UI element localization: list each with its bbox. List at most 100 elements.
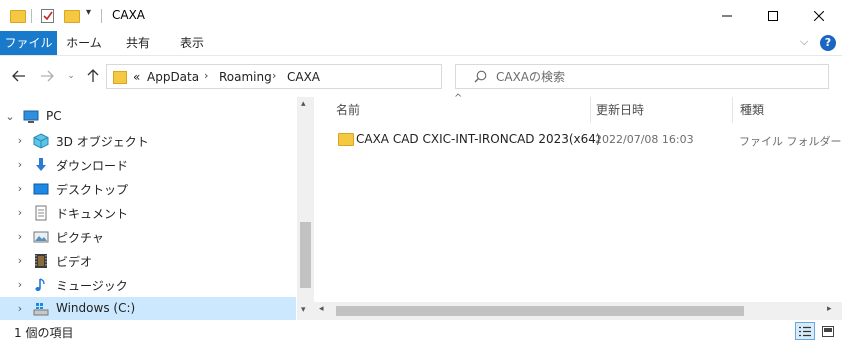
- pictures-icon: [33, 231, 49, 243]
- scroll-left-icon[interactable]: ◂: [319, 304, 324, 314]
- scroll-down-icon[interactable]: ▾: [301, 305, 306, 315]
- folder-icon: [338, 133, 354, 146]
- nav-item-label: ビデオ: [56, 255, 93, 269]
- folder-icon: [10, 10, 26, 23]
- status-bar: 1 個の項目: [0, 320, 842, 343]
- search-input[interactable]: [496, 68, 816, 85]
- nav-item-downloads[interactable]: › ダウンロード: [0, 153, 296, 177]
- file-modified: 2022/07/08 16:03: [595, 133, 694, 146]
- navigation-pane: ⌄ PC › 3D オブジェクト › ダウンロード › デスクトップ › ドキュ…: [0, 97, 313, 321]
- new-folder-icon[interactable]: [64, 10, 80, 23]
- minimize-button[interactable]: [704, 0, 750, 31]
- nav-item-label: ピクチャ: [56, 231, 104, 245]
- horizontal-scrollbar-thumb[interactable]: [336, 306, 744, 316]
- breadcrumb-appdata[interactable]: AppData: [147, 70, 199, 84]
- nav-item-videos[interactable]: › ビデオ: [0, 249, 296, 273]
- toolbar-separator: [31, 9, 32, 23]
- ribbon-tabs: ファイル ホーム 共有 表示 ⌵ ?: [0, 31, 842, 55]
- nav-item-documents[interactable]: › ドキュメント: [0, 201, 296, 225]
- maximize-button[interactable]: [750, 0, 796, 31]
- column-header-modified[interactable]: 更新日時: [596, 101, 644, 118]
- column-header-type[interactable]: 種類: [740, 101, 764, 118]
- file-row[interactable]: CAXA CAD CXIC-INT-IRONCAD 2023(x64) 2022…: [330, 128, 842, 150]
- documents-icon: [35, 205, 47, 221]
- nav-item-label: Windows (C:): [56, 301, 136, 315]
- back-button[interactable]: [10, 67, 28, 85]
- minimize-icon: [722, 15, 732, 16]
- videos-icon: [35, 254, 47, 268]
- help-icon[interactable]: ?: [820, 35, 836, 51]
- pc-icon: [23, 110, 39, 123]
- expand-chevron-icon[interactable]: ›: [14, 206, 26, 219]
- back-arrow-icon: [12, 70, 25, 82]
- breadcrumb-overflow[interactable]: «: [133, 70, 140, 84]
- music-icon: [35, 278, 45, 291]
- expand-ribbon-chevron-icon[interactable]: ⌵: [800, 35, 808, 49]
- file-name: CAXA CAD CXIC-INT-IRONCAD 2023(x64): [356, 132, 601, 146]
- nav-item-label: ミュージック: [56, 279, 128, 293]
- breadcrumb-separator-icon[interactable]: ›: [204, 69, 208, 82]
- file-type: ファイル フォルダー: [739, 135, 842, 148]
- properties-icon[interactable]: [41, 9, 54, 23]
- nav-item-3d-objects[interactable]: › 3D オブジェクト: [0, 129, 296, 153]
- details-view-icon: [799, 326, 811, 336]
- expand-chevron-icon[interactable]: ›: [14, 134, 26, 147]
- 3d-objects-icon: [33, 133, 49, 149]
- download-icon: [36, 158, 46, 171]
- nav-item-label: デスクトップ: [56, 183, 129, 197]
- customize-toolbar-chevron-icon[interactable]: ▾: [86, 7, 91, 18]
- nav-item-label: 3D オブジェクト: [56, 135, 149, 149]
- folder-icon: [113, 71, 127, 84]
- expand-chevron-icon[interactable]: ›: [14, 230, 26, 243]
- tab-share[interactable]: 共有: [116, 31, 160, 55]
- item-count: 1 個の項目: [14, 326, 74, 340]
- up-arrow-icon: [87, 69, 99, 82]
- recent-locations-chevron-icon[interactable]: ⌄: [62, 67, 80, 85]
- address-row: ⌄ « AppData › Roaming › CAXA ⌄ ↻: [0, 55, 842, 98]
- expand-chevron-icon[interactable]: ›: [14, 158, 26, 171]
- expand-chevron-icon[interactable]: ›: [14, 254, 26, 267]
- scroll-right-icon[interactable]: ▸: [827, 304, 832, 314]
- breadcrumb-caxa[interactable]: CAXA: [287, 70, 320, 84]
- breadcrumb-separator-icon[interactable]: ›: [272, 69, 276, 82]
- nav-item-windows-c[interactable]: › Windows (C:): [0, 297, 296, 321]
- window-title: CAXA: [112, 8, 146, 22]
- nav-item-pc[interactable]: ⌄ PC: [0, 105, 296, 129]
- scroll-up-icon[interactable]: ▴: [301, 99, 306, 109]
- tab-home[interactable]: ホーム: [62, 31, 106, 55]
- expand-chevron-icon[interactable]: ›: [14, 302, 26, 315]
- desktop-icon: [33, 183, 49, 195]
- nav-item-desktop[interactable]: › デスクトップ: [0, 177, 296, 201]
- nav-item-label: ドキュメント: [56, 207, 129, 221]
- nav-item-label: PC: [46, 109, 62, 123]
- close-icon: [814, 10, 824, 21]
- search-box[interactable]: [455, 64, 829, 89]
- title-bar: ▾ CAXA: [0, 0, 842, 31]
- nav-item-pictures[interactable]: › ピクチャ: [0, 225, 296, 249]
- address-bar[interactable]: « AppData › Roaming › CAXA ⌄ ↻: [106, 64, 536, 89]
- column-header-name[interactable]: 名前: [336, 101, 360, 118]
- column-divider[interactable]: [732, 97, 733, 123]
- details-view-button[interactable]: [795, 322, 815, 340]
- sort-ascending-icon: ^: [454, 93, 463, 104]
- collapse-chevron-icon[interactable]: ⌄: [4, 110, 16, 123]
- toolbar-separator: [101, 9, 102, 23]
- nav-scrollbar-thumb[interactable]: [300, 222, 311, 288]
- large-icons-view-icon: [822, 325, 834, 337]
- forward-arrow-icon: [41, 70, 54, 82]
- close-button[interactable]: [796, 0, 842, 31]
- up-button[interactable]: [84, 67, 102, 85]
- maximize-icon: [768, 10, 778, 21]
- expand-chevron-icon[interactable]: ›: [14, 182, 26, 195]
- breadcrumb-roaming[interactable]: Roaming: [219, 70, 272, 84]
- expand-chevron-icon[interactable]: ›: [14, 278, 26, 291]
- forward-button[interactable]: [38, 67, 56, 85]
- nav-item-label: ダウンロード: [56, 159, 129, 173]
- search-icon: [474, 70, 487, 83]
- tab-view[interactable]: 表示: [170, 31, 214, 55]
- nav-item-music[interactable]: › ミュージック: [0, 273, 296, 297]
- drive-icon: [33, 303, 49, 316]
- large-icons-view-button[interactable]: [818, 322, 838, 340]
- tab-file[interactable]: ファイル: [0, 31, 57, 55]
- column-divider[interactable]: [590, 97, 591, 123]
